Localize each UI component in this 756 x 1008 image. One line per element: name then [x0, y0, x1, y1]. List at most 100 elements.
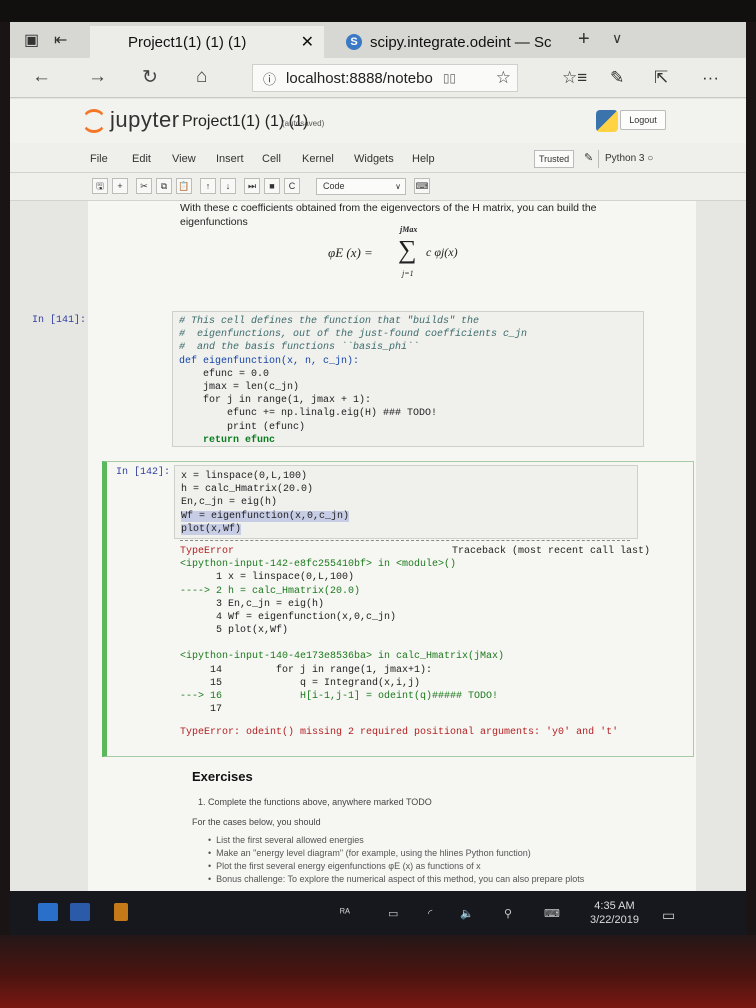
pen-icon[interactable]: ✎: [610, 68, 624, 88]
traceback-line: 17: [180, 704, 223, 716]
tab-close-icon[interactable]: ✕: [301, 32, 314, 52]
new-tab-icon[interactable]: +: [578, 28, 590, 51]
kernel-idle-icon: ○: [647, 153, 654, 164]
move-down-button[interactable]: ↓: [220, 178, 236, 194]
run-button[interactable]: ⏭: [244, 178, 260, 194]
exercises-heading: Exercises: [192, 769, 253, 784]
edge-icon[interactable]: [38, 903, 58, 921]
error-message: TypeError: odeint() missing 2 required p…: [180, 727, 619, 739]
cell-142-source: x = linspace(0,L,100) h = calc_Hmatrix(2…: [175, 466, 637, 540]
logout-button[interactable]: Logout: [620, 110, 666, 130]
code-line: # eigenfunctions, out of the just-found …: [179, 329, 528, 341]
formula-lhs: φE (x) =: [328, 245, 373, 260]
info-icon[interactable]: ⓘ: [263, 69, 276, 88]
cut-button[interactable]: ✂: [136, 178, 152, 194]
code-cell-141[interactable]: # This cell defines the function that "b…: [172, 311, 644, 447]
back-arrow-icon[interactable]: ←: [32, 66, 51, 88]
forward-arrow-icon[interactable]: →: [88, 66, 107, 88]
refresh-icon[interactable]: ↻: [142, 66, 158, 89]
traceback-line: 15 q = Integrand(x,i,j): [180, 677, 421, 689]
save-button[interactable]: 🖫: [92, 178, 108, 194]
home-icon[interactable]: ⌂: [196, 66, 207, 88]
autosave-status: (autosaved): [282, 119, 325, 128]
keyboard-icon[interactable]: ⌨: [544, 907, 560, 920]
reading-view-icon[interactable]: ▯▯: [443, 71, 456, 85]
jupyter-brand[interactable]: jupyter: [110, 107, 180, 133]
menu-kernel[interactable]: Kernel: [302, 153, 334, 165]
menu-widgets[interactable]: Widgets: [354, 153, 394, 165]
code-line: h = calc_Hmatrix(20.0): [181, 484, 314, 496]
traceback-title: Traceback (most recent call last): [451, 546, 650, 557]
command-palette-button[interactable]: ⌨: [414, 178, 430, 194]
insert-cell-button[interactable]: +: [112, 178, 128, 194]
bullet-text: List the first several allowed energies: [216, 835, 364, 845]
code-line: for j in range(1, jmax + 1):: [179, 395, 372, 407]
jupyter-logo-icon[interactable]: [82, 109, 106, 133]
tab-notebook[interactable]: Project1(1) (1) (1) ✕: [90, 26, 324, 58]
kernel-indicator: Python 3 ○: [598, 150, 653, 168]
notebook-area: With these c coefficients obtained from …: [10, 201, 746, 891]
address-bar[interactable]: ⓘ localhost:8888/notebo ▯▯ ☆: [252, 64, 518, 92]
clock[interactable]: 4:35 AM 3/22/2019: [590, 899, 639, 927]
favorite-star-icon[interactable]: ☆: [496, 68, 511, 88]
set-tabs-aside-icon[interactable]: ⇤: [54, 30, 67, 50]
intro-line-1: With these c coefficients obtained from …: [180, 202, 597, 214]
windows-taskbar: ᴿᴬ ▭ ◜ 🔈 ⚲ ⌨ 4:35 AM 3/22/2019 ▭: [10, 891, 746, 935]
cell-141-source: # This cell defines the function that "b…: [173, 312, 643, 450]
paste-button[interactable]: 📋: [176, 178, 192, 194]
exercise-bullet-4: • Bonus challenge: To explore the numeri…: [208, 874, 585, 884]
sigma-symbol: ∑: [398, 235, 417, 264]
people-icon[interactable]: ᴿᴬ: [340, 907, 350, 919]
menu-bar: File Edit View Insert Cell Kernel Widget…: [10, 143, 746, 173]
browser-tab-bar: ▣ ⇤ Project1(1) (1) (1) ✕ S scipy.integr…: [10, 22, 746, 58]
app-icon[interactable]: [114, 903, 128, 921]
traceback-line-current: ----> 2 h = calc_Hmatrix(20.0): [180, 585, 361, 597]
volume-icon[interactable]: 🔈: [460, 907, 474, 920]
menu-insert[interactable]: Insert: [216, 153, 244, 165]
copy-button[interactable]: ⧉: [156, 178, 172, 194]
menu-cell[interactable]: Cell: [262, 153, 281, 165]
battery-icon[interactable]: ▭: [388, 907, 398, 920]
wifi-icon[interactable]: ◜: [428, 907, 432, 920]
bullet-text: Plot the first several energy eigenfunct…: [216, 861, 481, 871]
code-cell-142[interactable]: x = linspace(0,L,100) h = calc_Hmatrix(2…: [174, 465, 638, 539]
share-icon[interactable]: ⇱: [654, 68, 668, 88]
bullet-text: Make an "energy level diagram" (for exam…: [216, 848, 531, 858]
notifications-icon[interactable]: ▭: [662, 907, 675, 924]
exercise-bullet-2: • Make an "energy level diagram" (for ex…: [208, 848, 531, 858]
chevron-down-icon[interactable]: ∨: [612, 30, 622, 47]
restart-button[interactable]: C: [284, 178, 300, 194]
menu-file[interactable]: File: [90, 153, 108, 165]
menu-edit[interactable]: Edit: [132, 153, 151, 165]
formula-rhs: c φj(x): [426, 245, 458, 259]
code-line: def eigenfunction(x, n, c_jn):: [179, 355, 360, 367]
tab-preview-icon[interactable]: ▣: [24, 30, 39, 50]
bullet-text: Bonus challenge: To explore the numerica…: [216, 874, 585, 884]
sum-lower-limit: j=1: [402, 269, 414, 278]
error-type: TypeError: [180, 546, 235, 557]
code-line: En,c_jn = eig(h): [181, 497, 278, 509]
menu-help[interactable]: Help: [412, 153, 435, 165]
mail-icon[interactable]: [70, 903, 90, 921]
traceback-location-1: <ipython-input-142-e8fc255410bf> in <mod…: [180, 559, 457, 571]
cell-type-select[interactable]: Code ∨: [316, 178, 406, 195]
browser-nav-bar: ← → ↻ ⌂ ⓘ localhost:8888/notebo ▯▯ ☆ ☆≡ …: [10, 58, 746, 98]
monitor-bezel-bottom: [0, 935, 756, 1008]
exercise-bullet-1: • List the first several allowed energie…: [208, 835, 364, 845]
edit-mode-pencil-icon: ✎: [584, 152, 594, 164]
favorites-hub-icon[interactable]: ☆≡: [562, 68, 587, 88]
clock-time: 4:35 AM: [594, 900, 635, 912]
menu-view[interactable]: View: [172, 153, 196, 165]
photo-frame: ▣ ⇤ Project1(1) (1) (1) ✕ S scipy.integr…: [0, 0, 756, 1008]
pen-tray-icon[interactable]: ⚲: [504, 907, 512, 920]
tab-scipy-docs[interactable]: S scipy.integrate.odeint — Sc: [334, 26, 558, 58]
scipy-favicon-icon: S: [346, 34, 362, 50]
trusted-badge[interactable]: Trusted: [534, 150, 575, 168]
interrupt-button[interactable]: ■: [264, 178, 280, 194]
move-up-button[interactable]: ↑: [200, 178, 216, 194]
code-line-selected: Wf = eigenfunction(x,0,c_jn): [181, 510, 350, 522]
traceback-separator: [180, 540, 630, 541]
more-icon[interactable]: ···: [702, 68, 719, 88]
exercise-item-1: 1. Complete the functions above, anywher…: [198, 797, 432, 807]
code-line: # This cell defines the function that "b…: [179, 316, 480, 327]
